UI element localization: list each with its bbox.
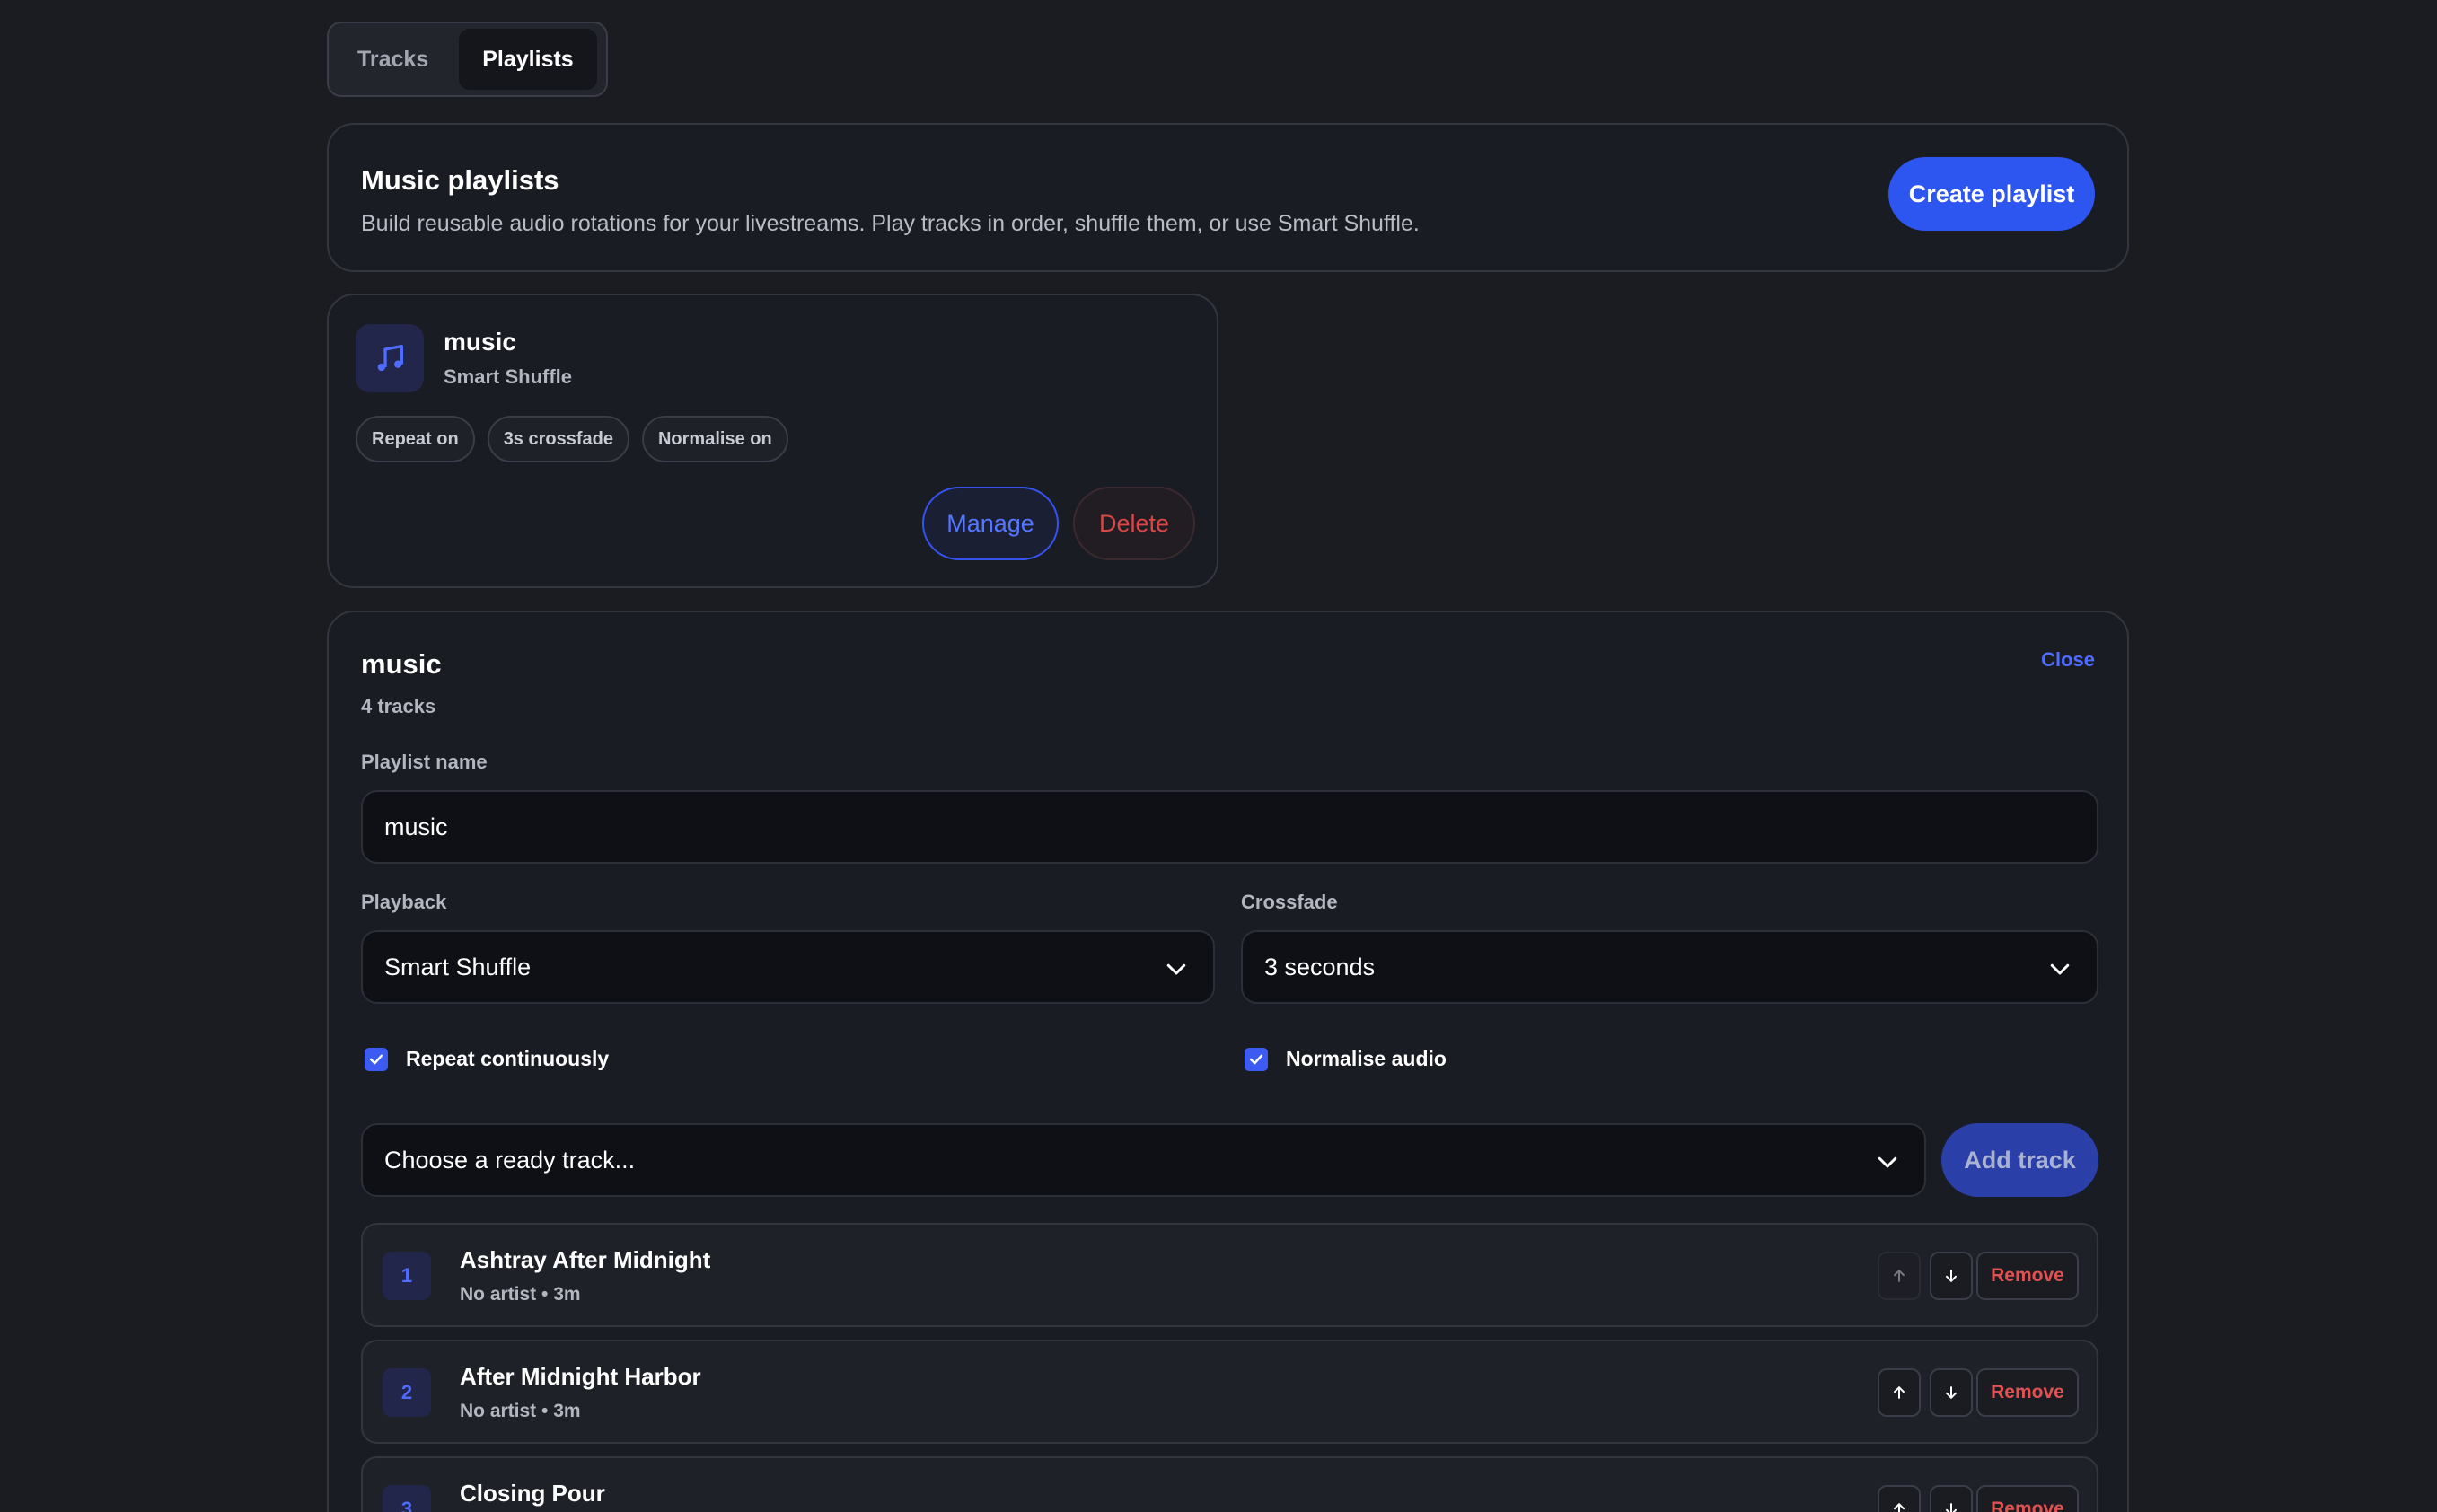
arrow-down-icon (1946, 1270, 1957, 1282)
add-track-button[interactable]: Add track (1941, 1123, 2098, 1197)
arrow-down-icon (1946, 1386, 1957, 1399)
move-down-button[interactable] (1930, 1252, 1973, 1300)
chip-normalise: Normalise on (641, 416, 788, 462)
playlist-name: music (444, 328, 516, 356)
playlist-chips: Repeat on 3s crossfade Normalise on (356, 416, 788, 462)
chevron-down-icon (1878, 1156, 1897, 1168)
view-tabs: Tracks Playlists (327, 22, 608, 97)
checkbox-checked-icon (1245, 1047, 1268, 1071)
page: Tracks Playlists Music playlists Build r… (0, 0, 2437, 1512)
track-meta: No artist • 3m (460, 1284, 581, 1305)
move-up-button[interactable] (1878, 1485, 1921, 1512)
editor-title: music (361, 648, 442, 680)
track-row: 1 Ashtray After Midnight No artist • 3m … (361, 1223, 2098, 1327)
track-number: 2 (383, 1368, 431, 1417)
move-down-button[interactable] (1930, 1368, 1973, 1417)
playlist-card: music Smart Shuffle Repeat on 3s crossfa… (327, 294, 1218, 588)
tab-tracks[interactable]: Tracks (334, 29, 452, 90)
chip-crossfade: 3s crossfade (487, 416, 629, 462)
create-playlist-button[interactable]: Create playlist (1888, 157, 2095, 231)
playlist-name-input[interactable]: music (361, 790, 2098, 864)
crossfade-select[interactable]: 3 seconds (1241, 930, 2098, 1004)
track-row: 3 Closing Pour Remove (361, 1456, 2098, 1512)
track-title: After Midnight Harbor (460, 1363, 701, 1390)
checkbox-checked-icon (365, 1047, 388, 1071)
track-title: Ashtray After Midnight (460, 1246, 711, 1273)
arrow-up-icon (1894, 1503, 1905, 1512)
normalise-label: Normalise audio (1286, 1047, 1447, 1070)
playlist-name-label: Playlist name (361, 751, 488, 773)
repeat-checkbox[interactable]: Repeat continuously (365, 1047, 609, 1071)
page-subtitle: Build reusable audio rotations for your … (361, 211, 1420, 236)
playlist-name-value: music (384, 813, 448, 840)
chevron-down-icon (2050, 963, 2070, 975)
track-meta: No artist • 3m (460, 1401, 581, 1421)
repeat-label: Repeat continuously (406, 1047, 610, 1070)
close-link[interactable]: Close (2041, 648, 2095, 672)
crossfade-label: Crossfade (1241, 891, 1338, 913)
tab-playlists[interactable]: Playlists (459, 29, 597, 90)
music-note-icon (356, 324, 424, 392)
remove-button[interactable]: Remove (1976, 1368, 2079, 1417)
playlist-editor: music 4 tracks Close Playlist name music… (327, 611, 2129, 1512)
track-select[interactable]: Choose a ready track... (361, 1123, 1926, 1197)
track-select-placeholder: Choose a ready track... (384, 1146, 636, 1174)
arrow-down-icon (1946, 1503, 1957, 1512)
normalise-checkbox[interactable]: Normalise audio (1245, 1047, 1447, 1071)
track-row: 2 After Midnight Harbor No artist • 3m R… (361, 1340, 2098, 1444)
track-title: Closing Pour (460, 1480, 605, 1507)
move-up-button[interactable] (1878, 1252, 1921, 1300)
page-title: Music playlists (361, 164, 559, 196)
track-number: 3 (383, 1485, 431, 1512)
playback-select[interactable]: Smart Shuffle (361, 930, 1215, 1004)
move-down-button[interactable] (1930, 1485, 1973, 1512)
playlists-header-card: Music playlists Build reusable audio rot… (327, 123, 2129, 272)
remove-button[interactable]: Remove (1976, 1252, 2079, 1300)
track-count: 4 tracks (361, 695, 436, 717)
move-up-button[interactable] (1878, 1368, 1921, 1417)
playback-label: Playback (361, 891, 447, 913)
track-number: 1 (383, 1252, 431, 1300)
delete-button[interactable]: Delete (1073, 487, 1195, 560)
chip-repeat: Repeat on (356, 416, 475, 462)
arrow-up-icon (1894, 1270, 1905, 1282)
manage-button[interactable]: Manage (922, 487, 1059, 560)
arrow-up-icon (1894, 1386, 1905, 1399)
playback-value: Smart Shuffle (384, 953, 532, 980)
chevron-down-icon (1166, 963, 1186, 975)
remove-button[interactable]: Remove (1976, 1485, 2079, 1512)
crossfade-value: 3 seconds (1264, 953, 1376, 980)
playlist-mode: Smart Shuffle (444, 365, 573, 388)
